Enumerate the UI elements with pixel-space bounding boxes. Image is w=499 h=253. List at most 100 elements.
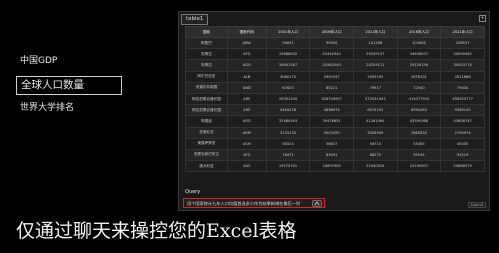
table-cell[interactable]: 29249157	[353, 48, 398, 61]
table-cell[interactable]: 19274701	[265, 160, 311, 173]
table-cell[interactable]: 101288	[353, 36, 398, 50]
table-cell[interactable]: 79917	[353, 81, 398, 94]
table-cell[interactable]: 29351245	[265, 92, 311, 106]
table-cell[interactable]: ARE	[226, 92, 267, 106]
table-cell[interactable]: 阿鲁巴	[185, 36, 228, 50]
table-cell[interactable]: 2905195	[353, 70, 398, 83]
table-cell[interactable]: 3454178	[265, 104, 311, 117]
table-cell[interactable]: ASM	[226, 137, 267, 150]
table-cell[interactable]: 3060173	[265, 70, 311, 83]
table-cell[interactable]: 亚美尼亚	[185, 126, 228, 139]
table-cell[interactable]: 37480493	[265, 115, 311, 128]
table-cell[interactable]: 2865835	[396, 126, 442, 139]
table-cell[interactable]: ARG	[226, 115, 267, 128]
table-cell[interactable]: 25442944	[309, 48, 354, 61]
table-cell[interactable]: 安哥拉	[185, 48, 228, 61]
table-row: 阿尔巴尼亚 ALB 3060173 2992547 2905195 2876101 2811…	[185, 70, 485, 83]
table-cell[interactable]: 72540	[396, 81, 442, 94]
table-cell[interactable]: 415077905	[396, 92, 442, 106]
table-cell[interactable]: 20697900	[309, 160, 354, 173]
column-header: 2016年人口	[396, 26, 442, 38]
table-cell[interactable]: 67820	[265, 81, 311, 94]
table-cell[interactable]: 95544	[396, 148, 442, 162]
query-label: Query	[185, 189, 201, 195]
send-icon[interactable]	[312, 200, 322, 207]
tab-table1[interactable]: table1	[181, 14, 209, 25]
table-cell[interactable]: 阿拉伯联合酋长国	[185, 104, 228, 117]
table-cell[interactable]: 34503774	[440, 59, 485, 72]
table-cell[interactable]: 79034	[440, 81, 485, 94]
table-cell[interactable]: 88275	[353, 148, 398, 162]
table-cell[interactable]: 80221	[309, 81, 354, 94]
menu-item-china-gdp[interactable]: 中国GDP	[16, 54, 122, 69]
table-cell[interactable]: 25688079	[440, 160, 485, 173]
table-cell[interactable]: 95650	[309, 36, 354, 50]
table-cell[interactable]: 阿根廷	[185, 115, 228, 128]
table-cell[interactable]: ABW	[226, 36, 267, 50]
table-cell[interactable]: 456520777	[440, 92, 485, 106]
table-cell[interactable]: ALB	[226, 70, 267, 83]
table-cell[interactable]: 16941587	[265, 59, 311, 72]
table-cell[interactable]: 24190907	[396, 160, 442, 173]
table-cell[interactable]: 2928959	[353, 126, 398, 139]
table-cell[interactable]: 83991	[309, 148, 354, 162]
table-cell[interactable]: 2790974	[440, 126, 485, 139]
table-cell[interactable]: 3133133	[265, 126, 311, 139]
table-cell[interactable]: 45808747	[440, 115, 485, 128]
table-cell[interactable]: 55465	[396, 137, 442, 150]
table-cell[interactable]: 2992547	[309, 70, 354, 83]
table-cell[interactable]: 106537	[440, 36, 485, 50]
table-cell[interactable]: 40099462	[440, 48, 485, 61]
menu-item-global-population[interactable]: 全球人口数量	[16, 76, 122, 95]
table-cell[interactable]: 328709957	[309, 92, 354, 106]
table-cell[interactable]: 8994263	[396, 104, 442, 117]
table-cell[interactable]: 2811666	[440, 70, 485, 83]
table-cell[interactable]: 93219	[440, 148, 485, 162]
table-cell[interactable]: AUS	[226, 160, 267, 173]
table-cell[interactable]: 9365145	[440, 104, 485, 117]
table-cell[interactable]: 4898974	[309, 104, 354, 117]
table-row: 阿拉伯联合酋长国 ARE 3454178 4898974 8575205 8994263 9…	[185, 104, 485, 117]
column-header: 2001年人口	[265, 26, 311, 38]
table-cell[interactable]: 8575205	[353, 104, 398, 117]
submit-button[interactable]: Submit	[467, 202, 486, 208]
table-cell[interactable]: 58324	[265, 137, 311, 150]
table-cell[interactable]: AGO	[226, 59, 267, 72]
table-cell[interactable]: AND	[226, 81, 267, 94]
table-cell[interactable]: 24259111	[353, 59, 398, 72]
table-cell[interactable]: 372531903	[353, 92, 398, 106]
table-cell[interactable]: 45035	[440, 137, 485, 150]
table-cell[interactable]: 90691	[265, 36, 311, 50]
table-cell[interactable]: AFG	[226, 48, 267, 61]
table-cell[interactable]: 56710	[353, 137, 398, 150]
table-cell[interactable]: 103464	[396, 36, 442, 50]
table-cell[interactable]: ARE	[226, 104, 267, 117]
table-cell[interactable]: 安道尔共和国	[185, 81, 228, 94]
table-cell[interactable]: 43590368	[396, 115, 442, 128]
table-cell[interactable]: 阿尔巴尼亚	[185, 70, 228, 83]
table-cell[interactable]: ARM	[226, 126, 267, 139]
table-cell[interactable]: 美属萨摩亚	[185, 137, 228, 150]
table-cell[interactable]: 2876101	[396, 70, 442, 83]
table-cell[interactable]: 78471	[265, 148, 311, 162]
table-cell[interactable]: 34636207	[396, 48, 442, 61]
column-header: 2021年人口	[440, 26, 485, 38]
table-cell[interactable]: 阿拉伯联合酋长国	[185, 92, 228, 106]
table-cell[interactable]: 22340024	[353, 160, 398, 173]
table-cell[interactable]: ATG	[226, 148, 267, 162]
table-cell[interactable]: 41261490	[353, 115, 398, 128]
table-cell[interactable]: 29154746	[396, 59, 442, 72]
table-cell[interactable]: 澳大利亚	[185, 160, 228, 173]
data-table: 国家 国家代码 2001年人口 2006年人口 2011年人口 2016年人口 2021年人…	[185, 26, 485, 173]
table-cell[interactable]: 56837	[309, 137, 354, 150]
query-input[interactable]: 用个国家统计九年人口均值首选多少作为结果新增在最后一列	[183, 198, 325, 208]
table-cell[interactable]: 19688632	[265, 48, 311, 61]
table-cell[interactable]: 20562540	[309, 59, 354, 72]
table-cell[interactable]: 3003450	[309, 126, 354, 139]
expand-icon[interactable]: +	[479, 15, 486, 22]
table-cell[interactable]: 安哥拉	[185, 59, 228, 72]
table-row: 安道尔共和国 AND 67820 80221 79917 72540 79034	[185, 81, 485, 94]
menu-item-world-university-ranking[interactable]: 世界大学排名	[16, 101, 122, 116]
table-cell[interactable]: 39476851	[309, 115, 354, 128]
table-cell[interactable]: 安提瓜和巴布达	[185, 148, 228, 162]
